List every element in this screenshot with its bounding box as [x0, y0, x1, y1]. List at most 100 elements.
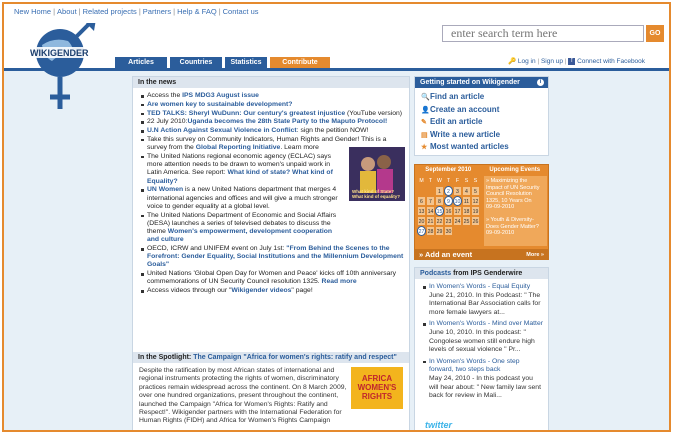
topnav-link[interactable]: Partners	[143, 7, 171, 16]
upcoming-event[interactable]: » Youth & Diversity- Does Gender Matter?	[486, 217, 545, 230]
topnav-link[interactable]: Contact us	[223, 7, 259, 16]
page-frame: New Home | About | Related projects | Partners…	[2, 2, 671, 432]
topnav-link[interactable]: About	[57, 7, 77, 16]
facebook-connect-link[interactable]: Connect with Facebook	[577, 58, 645, 65]
news-item-link[interactable]: Global Reporting Initiative	[196, 144, 281, 151]
calendar-day[interactable]: 16	[444, 206, 453, 216]
news-item: United Nations 'Global Open Day for Wome…	[141, 270, 405, 286]
tab-articles[interactable]: Articles	[115, 57, 167, 68]
info-icon[interactable]: i	[537, 79, 544, 86]
topnav-link[interactable]: Related projects	[83, 7, 137, 16]
calendar-day[interactable]: 5	[471, 186, 480, 196]
header-divider	[4, 68, 669, 71]
calendar-day[interactable]: 24	[453, 216, 462, 226]
getting-started-box: Getting started on Wikigender i 🔍Find an…	[414, 76, 549, 156]
calendar-event-day[interactable]: 15	[435, 206, 444, 216]
podcasts-link[interactable]: Podcasts	[420, 270, 451, 277]
calendar-day[interactable]: 13	[417, 206, 426, 216]
ips-report-image[interactable]: What kind of State? What kind of equalit…	[349, 147, 405, 201]
calendar-day[interactable]: 11	[462, 196, 471, 206]
search-go-button[interactable]: GO	[646, 25, 664, 42]
spotlight-heading-prefix: In the Spotlight:	[138, 354, 194, 361]
nav-separator: |	[138, 7, 141, 16]
calendar-day[interactable]: 26	[471, 216, 480, 226]
upcoming-event: 09-09-2010	[486, 230, 515, 237]
news-item-link[interactable]: Read more	[322, 278, 357, 285]
calendar-day[interactable]: 22	[435, 216, 444, 226]
logo-text: WIKIGENDER	[30, 48, 89, 58]
calendar-day[interactable]: 4	[462, 186, 471, 196]
calendar-event-day[interactable]: 10	[453, 196, 462, 206]
calendar-day[interactable]: 19	[471, 206, 480, 216]
upcoming-event[interactable]: » Maximizing the Impact of UN Security C…	[486, 178, 545, 204]
topnav-link[interactable]: Help & FAQ	[177, 7, 217, 16]
africa-womens-rights-image[interactable]: AFRICA WOMEN'S RIGHTS	[351, 367, 403, 409]
getting-started-label: Write a new article	[430, 129, 501, 139]
news-item-link[interactable]: TED TALKS: Sheryl WuDunn: Our century's …	[147, 110, 345, 117]
getting-started-item[interactable]: ✎ Edit an article	[421, 116, 548, 129]
calendar-weekday: M	[419, 178, 424, 184]
calendar-day[interactable]: 28	[426, 226, 435, 236]
podcast-title-link[interactable]: In Women's Words - One step forward, two…	[429, 358, 544, 375]
calendar-weekday: S	[464, 178, 469, 184]
getting-started-item[interactable]: ▤ Write a new article	[421, 129, 548, 142]
calendar-day[interactable]: 1	[435, 186, 444, 196]
header: WIKIGENDER GO ArticlesCountriesStatistic…	[4, 19, 669, 109]
upcoming-event: 09-09-2010	[486, 204, 515, 211]
getting-started-label: Find an article	[430, 92, 485, 101]
topnav-link[interactable]: New Home	[14, 7, 51, 16]
news-item: Take this survey on Community Indicators…	[141, 136, 405, 152]
signup-link[interactable]: Sign up	[541, 58, 563, 65]
podcast-summary: May 24, 2010 - In this podcast you will …	[429, 374, 541, 400]
calendar-day[interactable]: 6	[417, 196, 426, 206]
calendar-day[interactable]: 23	[444, 216, 453, 226]
facebook-icon: f	[568, 57, 576, 65]
getting-started-item[interactable]: 👤Create an account	[421, 104, 548, 117]
search-input[interactable]	[442, 25, 644, 42]
calendar-day[interactable]: 21	[426, 216, 435, 226]
calendar-event-day[interactable]: 9	[444, 196, 453, 206]
calendar-day[interactable]: 3	[453, 186, 462, 196]
news-item-text: OECD, ICRW and UNIFEM event on July 1st:	[147, 245, 287, 252]
news-item-link[interactable]: UN Women	[147, 186, 183, 193]
calendar-event-day[interactable]: 2	[444, 186, 453, 196]
calendar-day[interactable]: 20	[417, 216, 426, 226]
login-link[interactable]: Log in	[518, 58, 536, 65]
calendar-day[interactable]: 30	[444, 226, 453, 236]
calendar-day[interactable]: 29	[435, 226, 444, 236]
calendar-day[interactable]: 25	[462, 216, 471, 226]
calendar-day[interactable]: 18	[462, 206, 471, 216]
calendar-day[interactable]: 17	[453, 206, 462, 216]
spotlight-text: AFRICA WOMEN'S RIGHTS Despite the ratifi…	[133, 363, 409, 430]
podcast-summary: June 21, 2010. In this Podcast: " The In…	[429, 291, 541, 316]
news-item-link[interactable]: U.N Action Against Sexual Violence in Co…	[147, 127, 297, 134]
calendar-day[interactable]: 8	[435, 196, 444, 206]
add-event-link[interactable]: » Add an event	[419, 250, 472, 259]
calendar-footer: More » » Add an event	[415, 249, 548, 260]
calendar-day[interactable]: 7	[426, 196, 435, 206]
podcast-title-link[interactable]: In Women's Words - Mind over Matter	[429, 320, 544, 329]
getting-started-item[interactable]: ★ Most wanted articles	[421, 141, 548, 154]
calendar-empty-cell	[417, 186, 426, 196]
podcast-title-link[interactable]: In Women's Words - Equal Equity	[429, 283, 544, 292]
news-item-link[interactable]: Are women key to sustainable development…	[147, 101, 292, 108]
spotlight-heading-link[interactable]: The Campaign "Africa for women's rights:…	[193, 354, 397, 361]
podcast-list: In Women's Words - Equal Equity June 21, …	[415, 279, 548, 401]
news-item: The United Nations regional economic age…	[141, 153, 345, 186]
calendar-event-day[interactable]: 27	[417, 226, 426, 236]
news-item-link[interactable]: Uganda becomes the 28th State Party to t…	[187, 118, 387, 125]
tab-contribute[interactable]: Contribute	[270, 57, 330, 68]
tab-statistics[interactable]: Statistics	[225, 57, 267, 68]
news-item-link[interactable]: Wikigender videos	[231, 287, 291, 294]
news-item-text: Access the	[147, 92, 183, 99]
news-item: Are women key to sustainable development…	[141, 101, 405, 109]
calendar-day[interactable]: 14	[426, 206, 435, 216]
news-item-link[interactable]: IPS MDG3 August issue	[182, 92, 259, 99]
getting-started-item[interactable]: 🔍Find an article	[421, 91, 548, 104]
twitter-logo[interactable]: twitter	[425, 420, 452, 430]
more-events-link[interactable]: More »	[526, 250, 544, 260]
news-item-link[interactable]: Women's empowerment, development coopera…	[147, 228, 332, 243]
tab-countries[interactable]: Countries	[170, 57, 222, 68]
podcast-item: In Women's Words - Mind over Matter June …	[423, 320, 544, 354]
calendar-day[interactable]: 12	[471, 196, 480, 206]
